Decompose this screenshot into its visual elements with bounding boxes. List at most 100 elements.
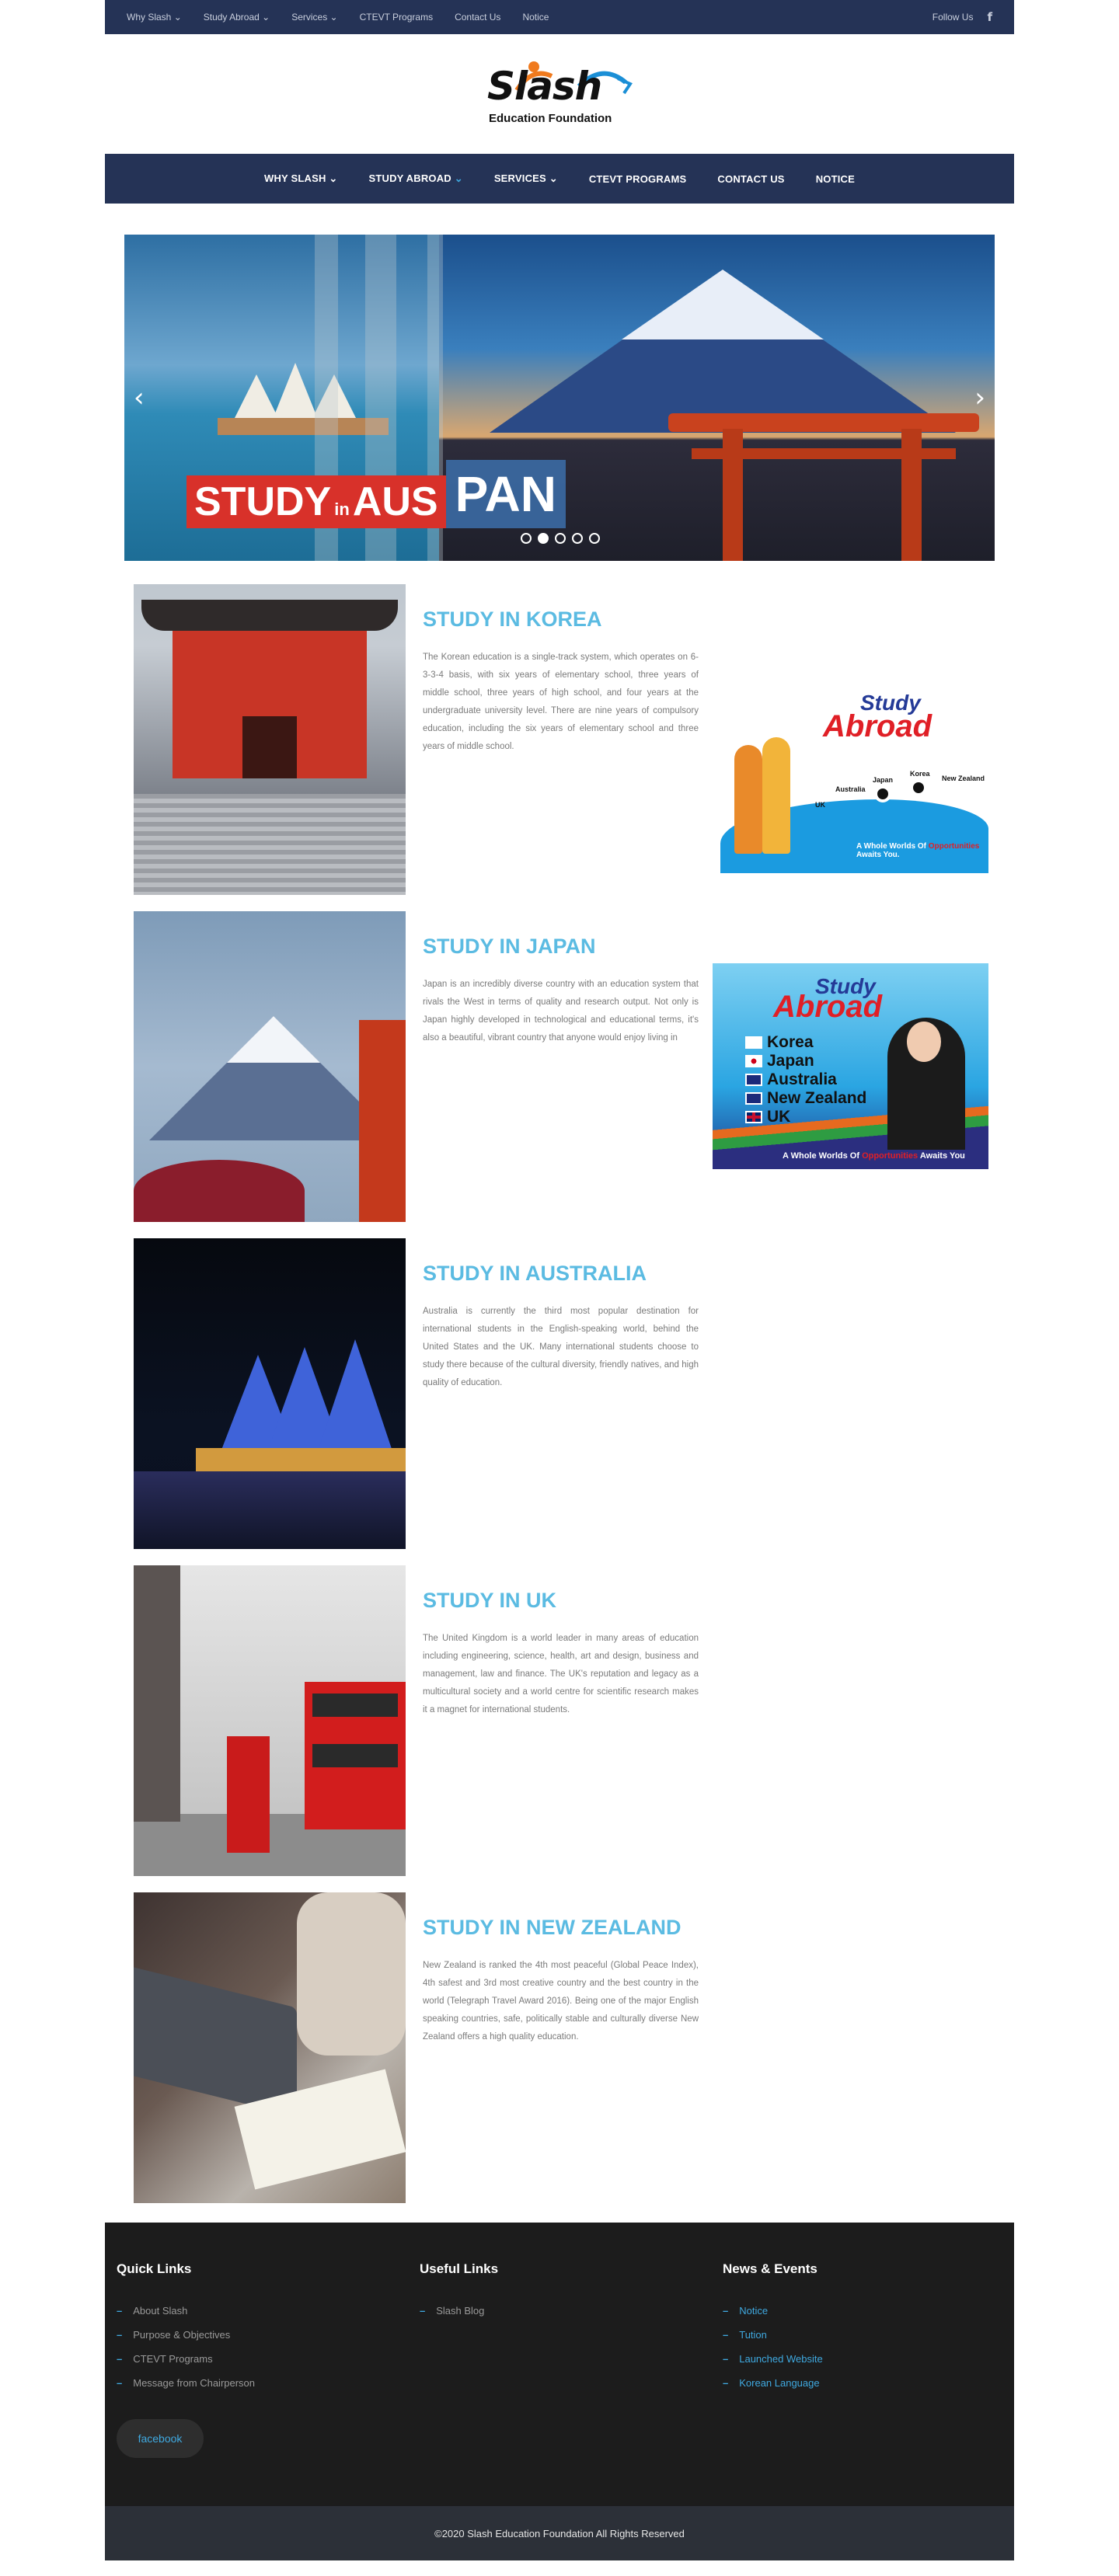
japan-image (134, 911, 406, 1222)
nav-study-abroad[interactable]: STUDY ABROAD ⌄ (368, 172, 462, 185)
site-logo[interactable]: Slash Education Foundation (486, 59, 633, 129)
dash-icon: – (117, 2353, 123, 2365)
hero-slider[interactable]: STUDY in AUS PAN ‹ › (124, 235, 995, 561)
study-title[interactable]: STUDY IN AUSTRALIA (423, 1262, 699, 1286)
banner-destination: UK (815, 801, 825, 809)
top-link-ctevt[interactable]: CTEVT Programs (360, 12, 433, 23)
banner-destination: New Zealand (942, 775, 985, 782)
nav-label: WHY SLASH (264, 172, 326, 184)
footer-link-label: Korean Language (739, 2377, 820, 2389)
slider-dot[interactable] (555, 533, 566, 544)
torii-gate-image (668, 413, 979, 561)
slider-dot[interactable] (521, 533, 532, 544)
dash-icon: – (723, 2353, 729, 2365)
study-text: STUDY IN KOREA The Korean education is a… (423, 607, 699, 756)
study-title[interactable]: STUDY IN KOREA (423, 607, 699, 632)
australia-flag-icon (745, 1074, 762, 1086)
top-link-notice[interactable]: Notice (522, 12, 549, 23)
main-nav: WHY SLASH ⌄ STUDY ABROAD ⌄ SERVICES ⌄ CT… (105, 154, 1014, 204)
students-illustration (734, 737, 797, 854)
country-item: Australia (745, 1070, 866, 1089)
study-row-uk: STUDY IN UK The United Kingdom is a worl… (124, 1565, 995, 1876)
footer-link-label: About Slash (133, 2305, 188, 2317)
australia-image (134, 1238, 406, 1549)
footer-quick-links: Quick Links – About Slash – Purpose & Obje… (117, 2261, 255, 2395)
study-text: STUDY IN AUSTRALIA Australia is currentl… (423, 1262, 699, 1392)
nav-services[interactable]: SERVICES ⌄ (494, 172, 558, 185)
footer-link[interactable]: – Message from Chairperson (117, 2371, 255, 2395)
dash-icon: – (117, 2329, 123, 2341)
follow-us: Follow Us f (932, 10, 992, 24)
new-zealand-image (134, 1892, 406, 2203)
slider-prev-arrow-icon[interactable]: ‹ (134, 382, 145, 413)
footer-link[interactable]: – Launched Website (723, 2347, 823, 2371)
study-title[interactable]: STUDY IN UK (423, 1589, 699, 1613)
study-title[interactable]: STUDY IN NEW ZEALAND (423, 1916, 699, 1940)
facebook-button[interactable]: facebook (117, 2419, 204, 2458)
study-description: The United Kingdom is a world leader in … (423, 1634, 699, 1714)
tagline-prefix: A Whole Worlds Of (856, 842, 926, 851)
copyright-bar: ©2020 Slash Education Foundation All Rig… (105, 2506, 1014, 2560)
dash-icon: – (723, 2329, 729, 2341)
top-links: Why Slash ⌄ Study Abroad ⌄ Services ⌄ CT… (127, 12, 549, 23)
dash-icon: – (420, 2305, 426, 2317)
banner-title-abroad: Abroad (823, 709, 932, 743)
footer-link[interactable]: – About Slash (117, 2299, 255, 2323)
country-item: Japan (745, 1052, 866, 1070)
slider-dots (521, 533, 600, 544)
footer-heading: News & Events (723, 2261, 817, 2276)
tagline-prefix: A Whole Worlds Of (783, 1151, 859, 1161)
study-row-japan: STUDY IN JAPAN Japan is an incredibly di… (124, 911, 995, 1222)
logo-word: Slash (487, 64, 602, 109)
top-link-study-abroad[interactable]: Study Abroad ⌄ (204, 12, 270, 23)
caption-pan: PAN (445, 460, 566, 528)
study-description: Japan is an incredibly diverse country w… (423, 980, 699, 1043)
top-link-services[interactable]: Services ⌄ (291, 12, 337, 23)
footer-heading: Useful Links (420, 2261, 499, 2276)
nav-label: STUDY ABROAD (368, 172, 451, 184)
footer-link-label: Message from Chairperson (133, 2377, 256, 2389)
nav-why-slash[interactable]: WHY SLASH ⌄ (264, 172, 337, 185)
uk-image (134, 1565, 406, 1876)
top-link-why-slash[interactable]: Why Slash ⌄ (127, 12, 182, 23)
country-label: UK (767, 1108, 791, 1126)
route-stop-icon (910, 779, 927, 796)
footer-link[interactable]: – Korean Language (723, 2371, 823, 2395)
country-item: New Zealand (745, 1089, 866, 1108)
footer-link[interactable]: – Slash Blog (420, 2299, 498, 2323)
slider-dot-active[interactable] (538, 533, 549, 544)
footer-link[interactable]: – Notice (723, 2299, 823, 2323)
snowcap-image (622, 270, 824, 339)
study-text: STUDY IN JAPAN Japan is an incredibly di… (423, 935, 699, 1047)
footer-news-events: News & Events – Notice – Tution – Launched … (723, 2261, 823, 2395)
footer-link[interactable]: – Purpose & Objectives (117, 2323, 255, 2347)
uk-flag-icon (745, 1111, 762, 1123)
top-link-label: Study Abroad (203, 12, 260, 23)
banner-destination: Japan (873, 776, 894, 784)
slider-dot[interactable] (589, 533, 600, 544)
country-label: Australia (767, 1070, 837, 1088)
facebook-icon[interactable]: f (987, 10, 992, 24)
study-text: STUDY IN UK The United Kingdom is a worl… (423, 1589, 699, 1719)
top-link-contact[interactable]: Contact Us (455, 12, 500, 23)
footer-link[interactable]: – CTEVT Programs (117, 2347, 255, 2371)
slide-caption: STUDY in AUS PAN (186, 460, 566, 528)
new-zealand-flag-icon (745, 1092, 762, 1105)
tagline-suffix: Awaits You (919, 1151, 965, 1161)
slider-next-arrow-icon[interactable]: › (974, 382, 985, 413)
country-list: Korea Japan Australia New Zealand UK (745, 1033, 866, 1126)
top-link-label: Services (291, 12, 328, 23)
slider-dot[interactable] (572, 533, 583, 544)
nav-notice[interactable]: NOTICE (816, 173, 855, 185)
caption-study: STUDY (194, 479, 332, 524)
nav-ctevt-programs[interactable]: CTEVT PROGRAMS (589, 173, 687, 185)
caption-in: in (334, 500, 350, 519)
footer-link[interactable]: – Tution (723, 2323, 823, 2347)
study-description: New Zealand is ranked the 4th most peace… (423, 1961, 699, 2042)
dash-icon: – (723, 2377, 729, 2389)
country-label: New Zealand (767, 1089, 867, 1107)
study-title[interactable]: STUDY IN JAPAN (423, 935, 699, 959)
banner-destination: Korea (910, 770, 930, 778)
japan-flag-icon (745, 1055, 762, 1067)
nav-contact-us[interactable]: CONTACT US (717, 173, 784, 185)
